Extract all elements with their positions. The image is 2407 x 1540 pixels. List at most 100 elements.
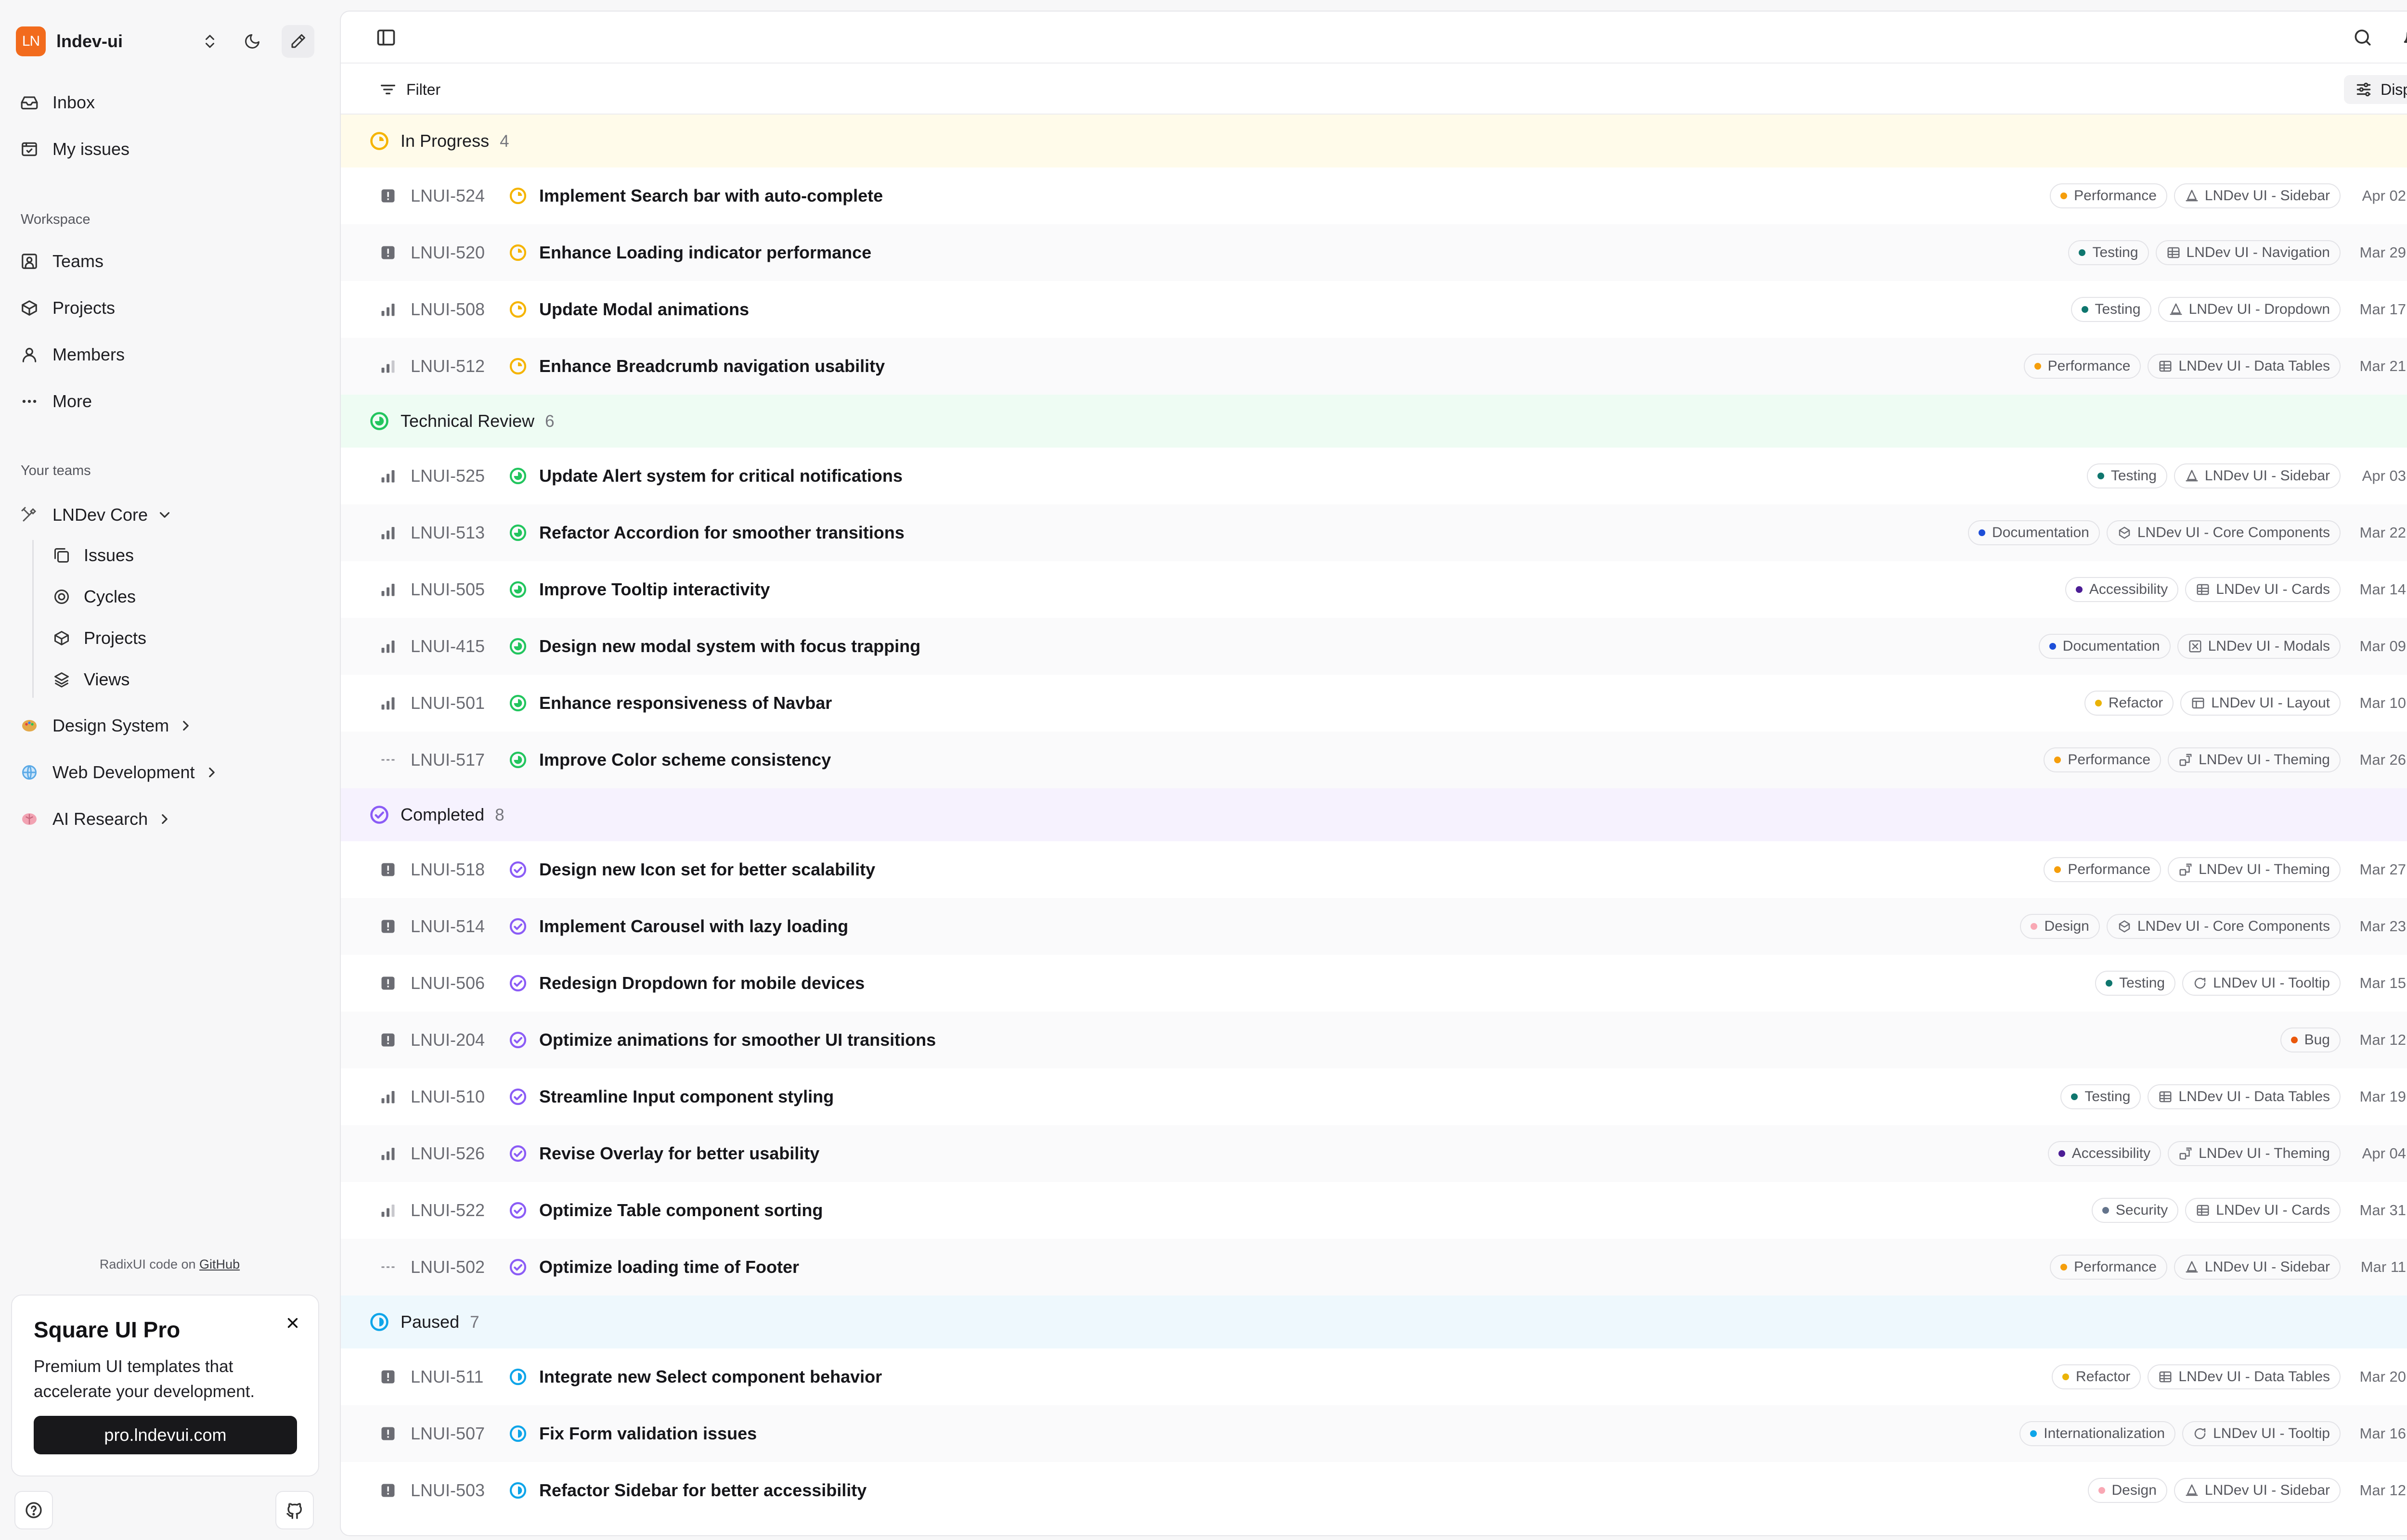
project-chip[interactable]: LNDev UI - Data Tables xyxy=(2148,1364,2341,1389)
priority-high-icon[interactable] xyxy=(379,1145,397,1162)
label-chip[interactable]: Refactor xyxy=(2084,691,2174,716)
label-chip[interactable]: Bug xyxy=(2280,1027,2341,1052)
project-chip[interactable]: LNDev UI - Sidebar xyxy=(2174,183,2341,208)
completed-status-icon[interactable] xyxy=(508,1201,528,1220)
priority-urgent-icon[interactable] xyxy=(379,1368,397,1386)
priority-urgent-icon[interactable] xyxy=(379,187,397,205)
nav-inbox[interactable]: Inbox xyxy=(16,83,319,122)
filter-button[interactable]: Filter xyxy=(378,77,440,102)
technical-review-status-icon[interactable] xyxy=(508,637,528,656)
completed-status-icon[interactable] xyxy=(508,1144,528,1163)
issue-row[interactable]: LNUI-522 Optimize Table component sortin… xyxy=(341,1182,2407,1239)
priority-urgent-icon[interactable] xyxy=(379,1482,397,1499)
issue-row[interactable]: LNUI-514 Implement Carousel with lazy lo… xyxy=(341,898,2407,955)
group-header-completed[interactable]: Completed 8 xyxy=(341,788,2407,841)
chevrons-up-down-icon[interactable] xyxy=(194,25,226,58)
github-button[interactable] xyxy=(275,1491,314,1529)
nav-teams[interactable]: Teams xyxy=(16,242,319,281)
issue-row[interactable]: LNUI-415 Design new modal system with fo… xyxy=(341,618,2407,675)
issue-row[interactable]: LNUI-518 Design new Icon set for better … xyxy=(341,841,2407,898)
team-web-development[interactable]: Web Development xyxy=(16,753,319,792)
project-chip[interactable]: LNDev UI - Dropdown xyxy=(2158,297,2341,322)
project-chip[interactable]: LNDev UI - Core Components xyxy=(2106,520,2341,545)
technical-review-status-icon[interactable] xyxy=(508,523,528,542)
label-chip[interactable]: Performance xyxy=(2023,354,2141,379)
team-design-system[interactable]: Design System xyxy=(16,706,319,745)
group-header-paused[interactable]: Paused 7 xyxy=(341,1296,2407,1348)
project-chip[interactable]: LNDev UI - Modals xyxy=(2177,634,2341,659)
display-button[interactable]: Display xyxy=(2344,75,2407,104)
bell-icon[interactable] xyxy=(2402,27,2407,48)
issue-row[interactable]: LNUI-513 Refactor Accordion for smoother… xyxy=(341,504,2407,561)
project-chip[interactable]: LNDev UI - Sidebar xyxy=(2174,1255,2341,1280)
technical-review-status-icon[interactable] xyxy=(508,750,528,770)
issue-row[interactable]: LNUI-503 Refactor Sidebar for better acc… xyxy=(341,1462,2407,1519)
label-chip[interactable]: Performance xyxy=(2044,857,2161,882)
label-chip[interactable]: Design xyxy=(2087,1478,2167,1503)
project-chip[interactable]: LNDev UI - Theming xyxy=(2168,857,2341,882)
priority-urgent-icon[interactable] xyxy=(379,861,397,878)
label-chip[interactable]: Accessibility xyxy=(2047,1141,2161,1166)
priority-urgent-icon[interactable] xyxy=(379,1425,397,1442)
in-progress-status-icon[interactable] xyxy=(508,186,528,205)
new-issue-pencil-button[interactable] xyxy=(282,25,314,58)
group-header-in-progress[interactable]: In Progress 4 xyxy=(341,115,2407,167)
nav-my-issues[interactable]: My issues xyxy=(16,130,319,168)
workspace-switcher[interactable]: LN lndev-ui xyxy=(16,25,319,58)
label-chip[interactable]: Documentation xyxy=(2038,634,2171,659)
issue-row[interactable]: LNUI-511 Integrate new Select component … xyxy=(341,1348,2407,1405)
priority-urgent-icon[interactable] xyxy=(379,918,397,935)
issue-row[interactable]: LNUI-510 Streamline Input component styl… xyxy=(341,1068,2407,1125)
issue-row[interactable]: LNUI-501 Enhance responsiveness of Navba… xyxy=(341,675,2407,732)
promo-link-button[interactable]: pro.lndevui.com xyxy=(34,1416,297,1454)
project-chip[interactable]: LNDev UI - Data Tables xyxy=(2148,354,2341,379)
project-chip[interactable]: LNDev UI - Tooltip xyxy=(2182,971,2341,996)
core-issues[interactable]: Issues xyxy=(48,537,134,574)
issue-row[interactable]: LNUI-517 Improve Color scheme consistenc… xyxy=(341,732,2407,788)
completed-status-icon[interactable] xyxy=(508,974,528,993)
issue-row[interactable]: LNUI-512 Enhance Breadcrumb navigation u… xyxy=(341,338,2407,395)
project-chip[interactable]: LNDev UI - Data Tables xyxy=(2148,1084,2341,1109)
paused-status-icon[interactable] xyxy=(508,1424,528,1443)
project-chip[interactable]: LNDev UI - Core Components xyxy=(2106,914,2341,939)
completed-status-icon[interactable] xyxy=(508,917,528,936)
priority-high-icon[interactable] xyxy=(379,581,397,598)
priority-high-icon[interactable] xyxy=(379,1088,397,1105)
in-progress-status-icon[interactable] xyxy=(508,357,528,376)
project-chip[interactable]: LNDev UI - Tooltip xyxy=(2182,1421,2341,1446)
in-progress-status-icon[interactable] xyxy=(508,243,528,262)
priority-high-icon[interactable] xyxy=(379,301,397,318)
label-chip[interactable]: Performance xyxy=(2050,183,2167,208)
team-ai-research[interactable]: AI Research xyxy=(16,800,319,838)
completed-status-icon[interactable] xyxy=(508,1258,528,1277)
team-lndev-core[interactable]: LNDev Core xyxy=(16,496,319,534)
priority-urgent-icon[interactable] xyxy=(379,1031,397,1049)
issue-row[interactable]: LNUI-525 Update Alert system for critica… xyxy=(341,448,2407,504)
paused-status-icon[interactable] xyxy=(508,1481,528,1500)
help-button[interactable] xyxy=(14,1491,53,1529)
search-icon[interactable] xyxy=(2352,27,2373,48)
priority-high-icon[interactable] xyxy=(379,467,397,485)
issue-row[interactable]: LNUI-508 Update Modal animations Testing… xyxy=(341,281,2407,338)
label-chip[interactable]: Refactor xyxy=(2052,1364,2141,1389)
project-chip[interactable]: LNDev UI - Theming xyxy=(2168,747,2341,772)
project-chip[interactable]: LNDev UI - Layout xyxy=(2180,691,2341,716)
label-chip[interactable]: Testing xyxy=(2068,240,2149,265)
priority-urgent-icon[interactable] xyxy=(379,244,397,261)
label-chip[interactable]: Accessibility xyxy=(2065,577,2179,602)
priority-urgent-icon[interactable] xyxy=(379,975,397,992)
completed-status-icon[interactable] xyxy=(508,1030,528,1050)
label-chip[interactable]: Testing xyxy=(2060,1084,2141,1109)
label-chip[interactable]: Security xyxy=(2091,1198,2179,1223)
close-icon[interactable] xyxy=(281,1311,305,1335)
technical-review-status-icon[interactable] xyxy=(508,693,528,713)
github-link[interactable]: GitHub xyxy=(199,1257,240,1271)
technical-review-status-icon[interactable] xyxy=(508,466,528,486)
label-chip[interactable]: Design xyxy=(2020,914,2100,939)
issue-row[interactable]: LNUI-507 Fix Form validation issues Inte… xyxy=(341,1405,2407,1462)
label-chip[interactable]: Documentation xyxy=(1968,520,2100,545)
priority-none-icon[interactable] xyxy=(379,751,397,769)
issue-row[interactable]: LNUI-524 Implement Search bar with auto-… xyxy=(341,167,2407,224)
label-chip[interactable]: Internationalization xyxy=(2019,1421,2176,1446)
issue-row[interactable]: LNUI-520 Enhance Loading indicator perfo… xyxy=(341,224,2407,281)
